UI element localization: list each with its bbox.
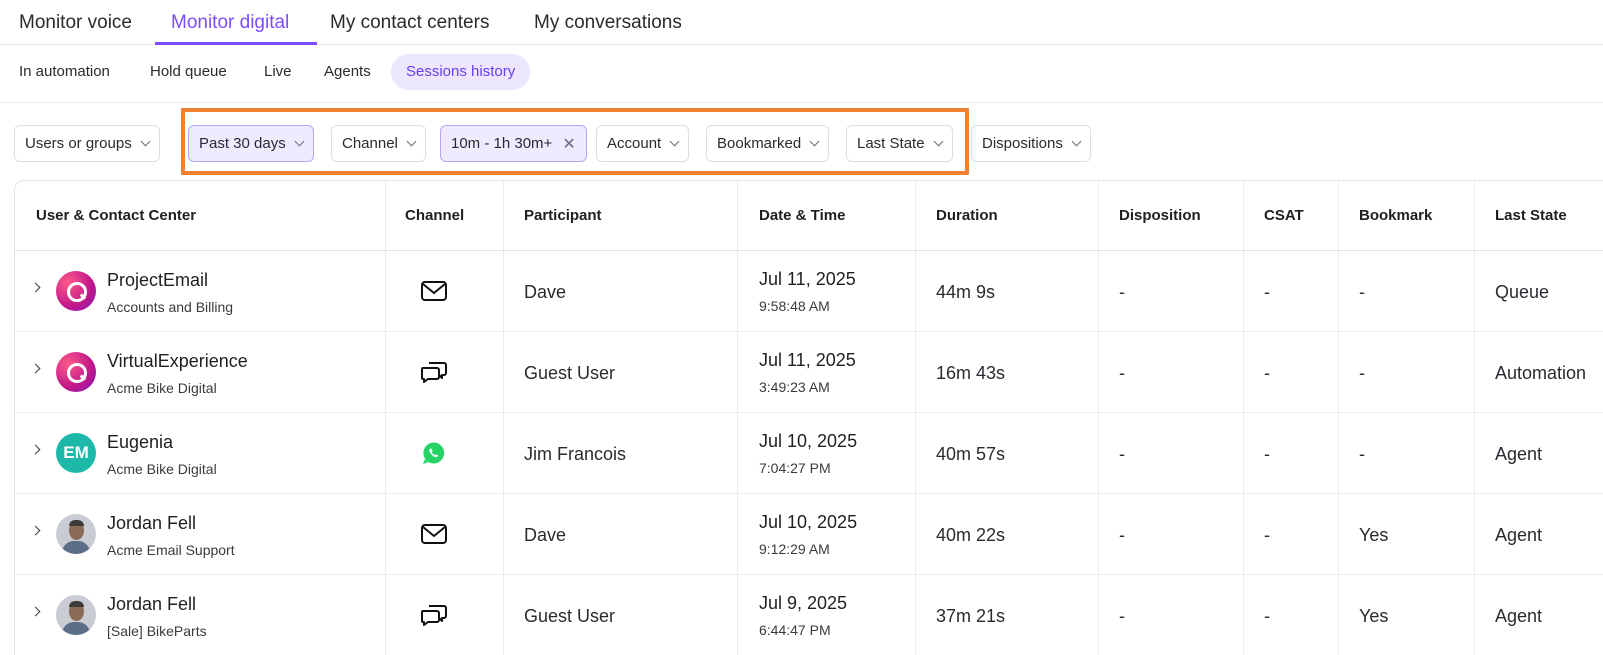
row-last-state: Queue xyxy=(1495,282,1550,302)
email-icon xyxy=(421,281,447,301)
tab-my-conversations[interactable]: My conversations xyxy=(534,12,682,45)
table-row[interactable]: ProjectEmail Accounts and Billing Dave J… xyxy=(15,251,1603,332)
top-tab-bar: Monitor voice Monitor digital My contact… xyxy=(0,0,1603,45)
row-date: Jul 10, 2025 xyxy=(759,512,858,532)
row-csat: - xyxy=(1264,606,1270,626)
row-contact-center: Acme Email Support xyxy=(107,542,235,558)
row-participant: Jim Francois xyxy=(524,444,627,464)
header-bookmark[interactable]: Bookmark xyxy=(1359,207,1432,224)
row-disposition: - xyxy=(1119,525,1125,545)
row-time: 7:04:27 PM xyxy=(759,460,831,476)
header-disposition[interactable]: Disposition xyxy=(1119,207,1201,224)
row-user-name: Jordan Fell xyxy=(107,513,197,533)
chevron-right-icon[interactable] xyxy=(30,363,41,374)
row-user-name: ProjectEmail xyxy=(107,270,209,290)
subtab-in-automation[interactable]: In automation xyxy=(19,54,110,90)
chat-icon xyxy=(421,605,447,626)
user-photo-avatar xyxy=(56,514,96,554)
tab-monitor-voice[interactable]: Monitor voice xyxy=(19,12,132,45)
row-time: 3:49:23 AM xyxy=(759,379,830,395)
subtab-hold-queue[interactable]: Hold queue xyxy=(150,54,227,90)
row-last-state: Agent xyxy=(1495,525,1543,545)
sub-tab-bar: In automation Hold queue Live Agents Ses… xyxy=(0,45,1603,103)
initials-avatar: EM xyxy=(56,433,96,473)
chevron-down-icon xyxy=(1071,136,1082,147)
row-user-name: VirtualExperience xyxy=(107,351,248,371)
header-participant[interactable]: Participant xyxy=(524,207,602,224)
tab-my-contact-centers[interactable]: My contact centers xyxy=(330,12,489,45)
row-date: Jul 10, 2025 xyxy=(759,431,858,451)
table-row[interactable]: Jordan Fell [Sale] BikeParts Guest User … xyxy=(15,575,1603,655)
whatsapp-icon xyxy=(423,442,445,464)
row-date: Jul 11, 2025 xyxy=(759,269,856,289)
header-duration[interactable]: Duration xyxy=(936,207,998,224)
row-disposition: - xyxy=(1119,444,1125,464)
row-time: 6:44:47 PM xyxy=(759,622,831,638)
row-contact-center: Acme Bike Digital xyxy=(107,461,217,477)
row-participant: Dave xyxy=(524,525,567,545)
header-date-time[interactable]: Date & Time xyxy=(759,207,845,224)
brand-logo-avatar xyxy=(56,352,96,392)
chevron-right-icon[interactable] xyxy=(30,282,41,293)
row-contact-center: Accounts and Billing xyxy=(107,299,234,315)
row-csat: - xyxy=(1264,282,1270,302)
row-time: 9:12:29 AM xyxy=(759,541,830,557)
subtab-live[interactable]: Live xyxy=(264,54,292,90)
row-bookmark: - xyxy=(1359,282,1365,302)
row-participant: Guest User xyxy=(524,606,616,626)
table-header: User & Contact Center Channel Participan… xyxy=(15,181,1603,251)
filter-label: Users or groups xyxy=(25,135,132,152)
row-duration: 44m 9s xyxy=(936,282,996,302)
table-row[interactable]: EM Eugenia Acme Bike Digital Jim Francoi… xyxy=(15,413,1603,494)
row-disposition: - xyxy=(1119,363,1125,383)
row-last-state: Agent xyxy=(1495,444,1543,464)
chevron-right-icon[interactable] xyxy=(30,444,41,455)
row-contact-center: [Sale] BikeParts xyxy=(107,623,207,639)
table-row[interactable]: Jordan Fell Acme Email Support Dave Jul … xyxy=(15,494,1603,575)
row-contact-center: Acme Bike Digital xyxy=(107,380,217,396)
row-bookmark: Yes xyxy=(1359,525,1389,545)
chevron-right-icon[interactable] xyxy=(30,525,41,536)
row-user-name: Eugenia xyxy=(107,432,174,452)
email-icon xyxy=(421,524,447,544)
user-photo-avatar xyxy=(56,595,96,635)
filter-label: Dispositions xyxy=(982,135,1063,152)
chevron-down-icon xyxy=(140,136,151,147)
row-time: 9:58:48 AM xyxy=(759,298,830,314)
subtab-sessions-history[interactable]: Sessions history xyxy=(391,54,531,90)
header-csat[interactable]: CSAT xyxy=(1264,207,1304,224)
row-bookmark: Yes xyxy=(1359,606,1389,626)
row-duration: 37m 21s xyxy=(936,606,1006,626)
row-csat: - xyxy=(1264,363,1270,383)
header-last-state[interactable]: Last State xyxy=(1495,207,1567,224)
row-user-name: Jordan Fell xyxy=(107,594,197,614)
row-duration: 40m 57s xyxy=(936,444,1006,464)
row-date: Jul 11, 2025 xyxy=(759,350,856,370)
row-duration: 16m 43s xyxy=(936,363,1006,383)
chevron-right-icon[interactable] xyxy=(30,606,41,617)
highlight-annotation-box xyxy=(181,108,969,175)
row-csat: - xyxy=(1264,525,1270,545)
row-duration: 40m 22s xyxy=(936,525,1006,545)
filter-users-or-groups[interactable]: Users or groups xyxy=(14,125,160,162)
row-disposition: - xyxy=(1119,282,1125,302)
table-row[interactable]: VirtualExperience Acme Bike Digital Gues… xyxy=(15,332,1603,413)
row-participant: Dave xyxy=(524,282,567,302)
row-bookmark: - xyxy=(1359,444,1365,464)
row-csat: - xyxy=(1264,444,1270,464)
sessions-table: User & Contact Center Channel Participan… xyxy=(14,180,1603,655)
row-last-state: Agent xyxy=(1495,606,1543,626)
row-bookmark: - xyxy=(1359,363,1365,383)
subtab-agents[interactable]: Agents xyxy=(324,54,371,90)
brand-logo-avatar xyxy=(56,271,96,311)
header-channel[interactable]: Channel xyxy=(405,207,464,224)
row-disposition: - xyxy=(1119,606,1125,626)
header-user-contact-center[interactable]: User & Contact Center xyxy=(36,207,196,224)
row-participant: Guest User xyxy=(524,363,616,383)
tab-monitor-digital[interactable]: Monitor digital xyxy=(171,12,289,45)
row-date: Jul 9, 2025 xyxy=(759,593,848,613)
chat-icon xyxy=(421,362,447,383)
row-last-state: Automation xyxy=(1495,363,1587,383)
filter-dispositions[interactable]: Dispositions xyxy=(971,125,1091,162)
